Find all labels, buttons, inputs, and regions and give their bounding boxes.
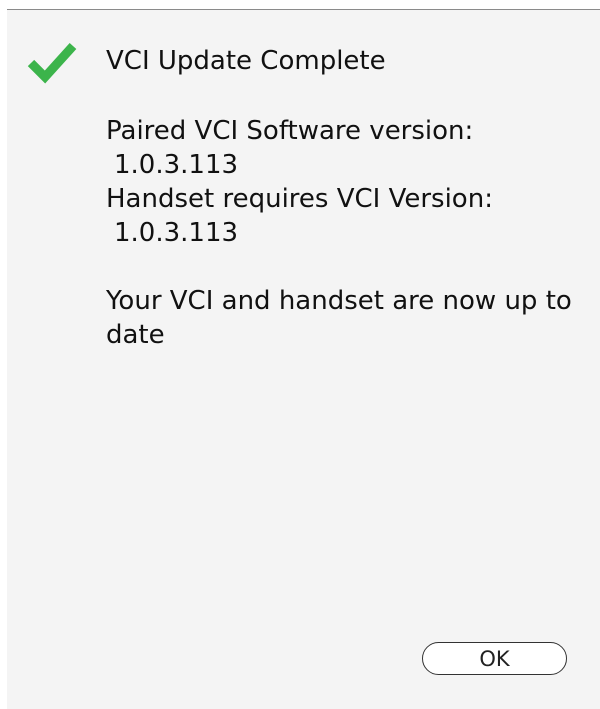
required-version-label: Handset requires VCI Version: [106, 184, 493, 214]
update-complete-dialog: VCI Update Complete Paired VCI Software … [7, 9, 600, 709]
status-message: Your VCI and handset are now up to date [106, 286, 572, 350]
paired-version-label: Paired VCI Software version: [106, 116, 474, 146]
dialog-body: Paired VCI Software version: 1.0.3.113 H… [106, 114, 586, 352]
checkmark-icon [27, 42, 77, 84]
required-version-value: 1.0.3.113 [114, 218, 239, 248]
dialog-title: VCI Update Complete [106, 46, 386, 76]
paired-version-value: 1.0.3.113 [114, 150, 239, 180]
ok-button[interactable]: OK [422, 642, 567, 675]
